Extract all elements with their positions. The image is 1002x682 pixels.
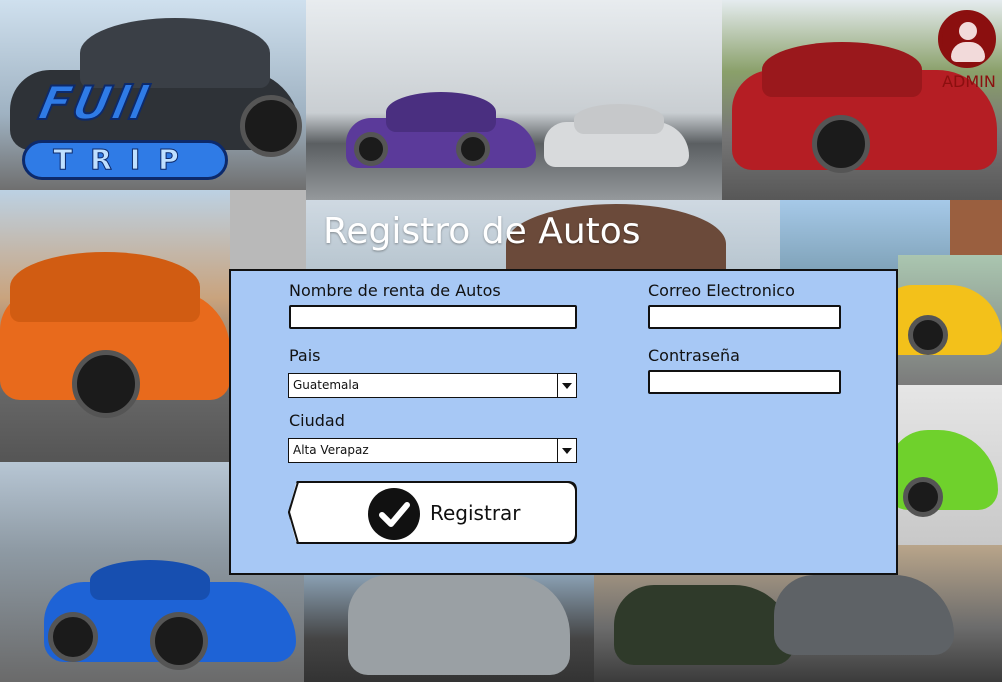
pais-select[interactable]: Guatemala bbox=[288, 373, 577, 398]
pais-selected-value: Guatemala bbox=[293, 378, 360, 392]
checkmark-icon bbox=[368, 488, 420, 540]
page-title: Registro de Autos bbox=[323, 211, 641, 252]
correo-electronico-input[interactable] bbox=[648, 305, 841, 329]
admin-label: ADMIN bbox=[942, 72, 996, 91]
contrasena-label: Contraseña bbox=[648, 346, 740, 365]
logo-text-full: FUll bbox=[33, 75, 155, 131]
nombre-renta-input[interactable] bbox=[289, 305, 577, 329]
correo-label: Correo Electronico bbox=[648, 281, 795, 300]
admin-account-button[interactable]: ADMIN bbox=[936, 8, 1002, 94]
background-photo-green-car bbox=[898, 385, 1002, 545]
registrar-button-label: Registrar bbox=[430, 501, 521, 525]
ciudad-select[interactable]: Alta Verapaz bbox=[288, 438, 577, 463]
background-photo-orange-subaru bbox=[0, 190, 230, 462]
ciudad-label: Ciudad bbox=[289, 411, 345, 430]
ciudad-selected-value: Alta Verapaz bbox=[293, 443, 369, 457]
chevron-down-icon[interactable] bbox=[557, 439, 576, 462]
pais-label: Pais bbox=[289, 346, 321, 365]
background-photo-bmw-coupes bbox=[306, 0, 722, 205]
registrar-button[interactable]: Registrar bbox=[288, 481, 577, 544]
contrasena-input[interactable] bbox=[648, 370, 841, 394]
full-trip-logo: FUll TRIP bbox=[22, 75, 228, 180]
background-photo-yellow-car bbox=[898, 255, 1002, 385]
background-photo-mercedes-eqe bbox=[304, 575, 594, 682]
chevron-down-icon[interactable] bbox=[557, 374, 576, 397]
nombre-label: Nombre de renta de Autos bbox=[289, 281, 501, 300]
user-icon bbox=[938, 10, 996, 68]
logo-text-trip: TRIP bbox=[22, 140, 228, 180]
